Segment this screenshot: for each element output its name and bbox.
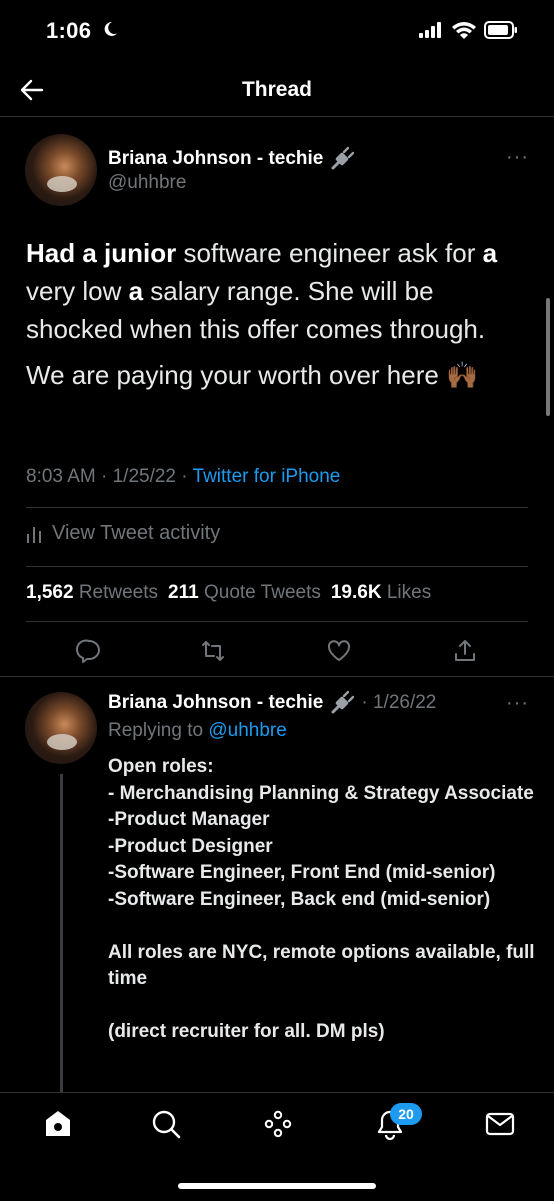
view-activity-label: View Tweet activity	[52, 522, 221, 544]
page-title: Thread	[241, 78, 312, 101]
divider	[26, 566, 528, 567]
plug-icon	[331, 690, 355, 714]
tweet-text-paragraph: Had a junior software engineer ask for a…	[26, 234, 536, 348]
tweet-text-bold: Had a junior	[26, 238, 177, 268]
battery-icon	[484, 21, 517, 39]
tweet-text-second: We are paying your worth over here 🙌🏾	[26, 360, 479, 390]
reply-avatar[interactable]	[25, 692, 97, 764]
moon-icon	[104, 21, 117, 36]
reply-more-icon[interactable]: ···	[506, 692, 529, 715]
reply-author-row[interactable]: Briana Johnson - techie · 1/26/22	[108, 690, 436, 716]
author-handle[interactable]: @uhhbre	[108, 172, 186, 194]
reply-text: Open roles: - Merchandising Planning & S…	[108, 756, 535, 1042]
tweet-text: Had a junior software engineer ask for a…	[26, 234, 536, 394]
author-name[interactable]: Briana Johnson - techie	[108, 148, 323, 170]
quotes-label: Quote Tweets	[203, 582, 321, 603]
thread-line	[60, 774, 63, 1094]
tweet-text-segment: software engineer ask for	[176, 238, 483, 268]
activity-icon	[27, 526, 41, 543]
avatar[interactable]	[25, 134, 97, 206]
tweet-text-bold: a	[482, 238, 498, 268]
signal-icon	[419, 22, 441, 38]
tweet-source[interactable]: Twitter for iPhone	[193, 466, 341, 487]
quotes-stat[interactable]: 211 Quote Tweets	[168, 582, 321, 604]
retweets-count: 1,562	[26, 582, 74, 603]
wifi-icon	[452, 22, 476, 39]
likes-count: 19.6K	[330, 582, 382, 603]
messages-icon[interactable]	[484, 1108, 516, 1140]
reply-icon[interactable]	[76, 638, 102, 664]
tweet-text-segment: very low	[26, 276, 129, 306]
view-activity-link[interactable]: View Tweet activity	[26, 522, 220, 545]
share-icon[interactable]	[452, 638, 478, 664]
status-time: 1:06	[46, 18, 92, 43]
retweets-label: Retweets	[78, 582, 159, 603]
notifications-badge: 20	[390, 1103, 422, 1125]
tweet-text-bold: a	[128, 276, 144, 306]
divider	[26, 507, 528, 508]
reply-date: · 1/26/22	[361, 692, 437, 713]
like-icon[interactable]	[326, 638, 352, 664]
replying-to-handle[interactable]: @uhhbre	[208, 720, 286, 741]
plug-icon	[331, 146, 355, 170]
tweet-timestamp: 8:03 AM · 1/25/22 ·	[26, 466, 193, 487]
reply-author-name[interactable]: Briana Johnson - techie	[108, 692, 323, 714]
spaces-icon[interactable]	[262, 1108, 294, 1140]
search-icon[interactable]	[150, 1108, 182, 1140]
tweet-stats: 1,562 Retweets 211 Quote Tweets 19.6K Li…	[26, 582, 431, 604]
divider	[26, 621, 528, 622]
header-divider	[0, 116, 554, 117]
likes-stat[interactable]: 19.6K Likes	[331, 582, 431, 604]
quotes-count: 211	[168, 582, 199, 603]
scrollbar[interactable]	[546, 298, 550, 416]
likes-label: Likes	[386, 582, 432, 603]
retweet-icon[interactable]	[200, 638, 226, 664]
replying-to-label: Replying to	[108, 720, 204, 741]
divider	[0, 676, 554, 677]
replying-to: Replying to @uhhbre	[108, 720, 287, 742]
home-icon[interactable]	[42, 1108, 74, 1140]
author-row[interactable]: Briana Johnson - techie	[108, 146, 355, 172]
retweets-stat[interactable]: 1,562 Retweets	[26, 582, 158, 604]
home-indicator	[178, 1183, 376, 1189]
more-icon[interactable]: ···	[506, 146, 529, 169]
tweet-meta: 8:03 AM · 1/25/22 · Twitter for iPhone	[26, 466, 340, 488]
